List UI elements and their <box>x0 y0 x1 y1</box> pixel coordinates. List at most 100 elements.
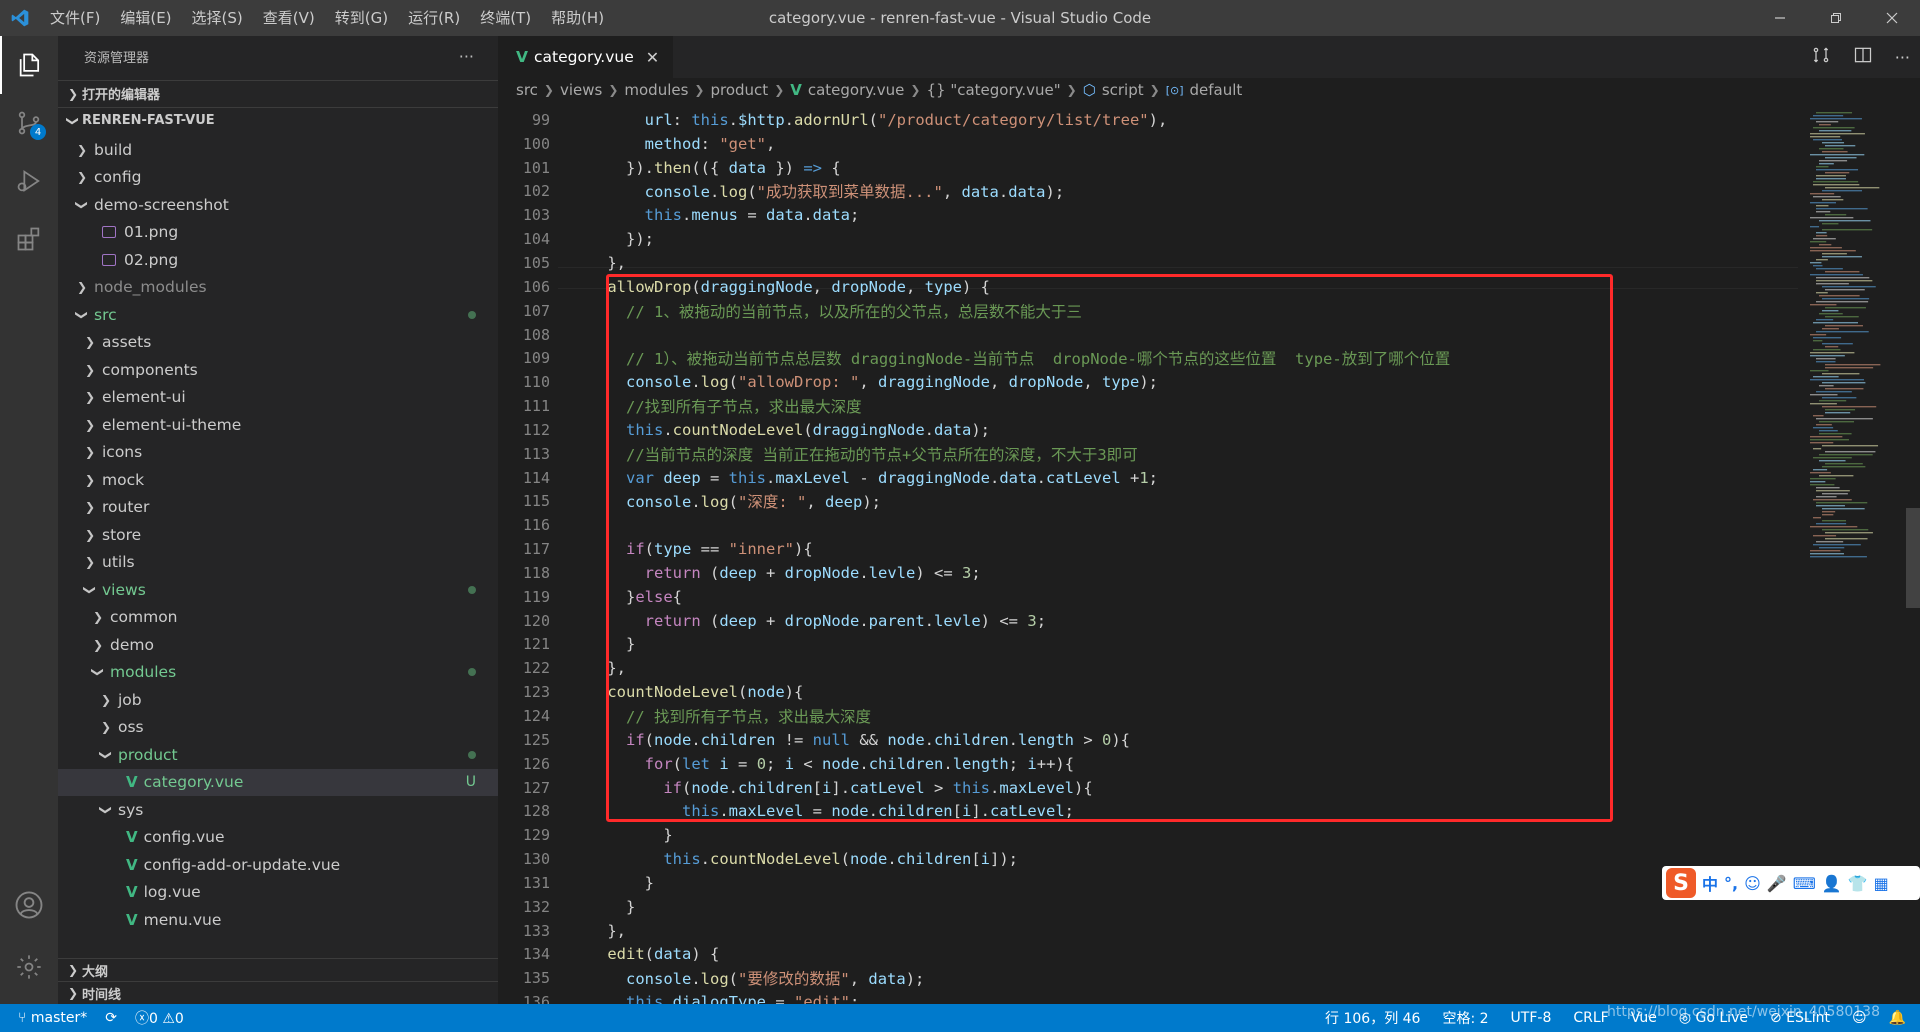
cursor-position[interactable]: 行 106，列 46 <box>1325 1008 1420 1028</box>
open-editors-section[interactable]: ❯ 打开的编辑器 <box>58 80 498 106</box>
breadcrumb-item[interactable]: default <box>1190 81 1243 99</box>
tree-file[interactable]: Vmenu.vue <box>58 906 498 934</box>
tree-folder[interactable]: ❯ modules <box>58 659 498 687</box>
run-debug-icon[interactable] <box>0 152 58 210</box>
indentation[interactable]: 空格: 2 <box>1442 1008 1488 1028</box>
close-icon[interactable] <box>1864 0 1920 36</box>
code-text: }, <box>570 921 626 940</box>
tab-category-vue[interactable]: V category.vue ✕ <box>498 36 674 78</box>
tree-folder[interactable]: ❯ mock <box>58 466 498 494</box>
line-number: 124 <box>522 707 550 726</box>
tree-folder[interactable]: ❯ icons <box>58 439 498 467</box>
menu-item[interactable]: 帮助(H) <box>541 0 614 36</box>
tree-folder[interactable]: ❯ element-ui-theme <box>58 411 498 439</box>
ime-punctuation[interactable]: °, <box>1724 874 1738 893</box>
microphone-icon[interactable]: 🎤 <box>1767 874 1787 893</box>
notifications-bell-icon[interactable]: 🔔 <box>1889 1010 1906 1026</box>
tree-folder[interactable]: ❯ utils <box>58 549 498 577</box>
sidebar-section[interactable]: ❯ 大纲 <box>58 958 498 981</box>
tree-folder[interactable]: ❯ components <box>58 356 498 384</box>
end-of-line[interactable]: CRLF <box>1573 1010 1608 1026</box>
menu-item[interactable]: 编辑(E) <box>110 0 181 36</box>
minimap-line <box>1810 262 1822 264</box>
code-line: 130 this.countNodeLevel(node.children[i]… <box>498 847 1798 871</box>
emoji-icon[interactable]: ☺ <box>1744 874 1761 893</box>
encoding[interactable]: UTF-8 <box>1511 1010 1552 1026</box>
tree-folder[interactable]: ❯ assets <box>58 329 498 357</box>
menu-item[interactable]: 终端(T) <box>470 0 541 36</box>
menu-item[interactable]: 转到(G) <box>325 0 398 36</box>
tree-folder[interactable]: ❯ node_modules <box>58 274 498 302</box>
menu-item[interactable]: 文件(F) <box>40 0 110 36</box>
explorer-icon[interactable] <box>0 36 58 94</box>
tree-folder[interactable]: ❯ config <box>58 164 498 192</box>
skin-icon[interactable]: 👕 <box>1848 874 1868 893</box>
tree-folder[interactable]: ❯ job <box>58 686 498 714</box>
ime-toolbar[interactable]: S 中 °, ☺ 🎤 ⌨ 👤 👕 ▦ <box>1662 866 1920 900</box>
user-icon[interactable]: 👤 <box>1822 874 1842 893</box>
sidebar-section[interactable]: ❯ 时间线 <box>58 981 498 1004</box>
tree-folder[interactable]: ❯ product <box>58 741 498 769</box>
tree-file[interactable]: Vcategory.vue U <box>58 768 498 796</box>
split-editor-icon[interactable] <box>1853 45 1873 69</box>
tree-folder[interactable]: ❯ element-ui <box>58 384 498 412</box>
keyboard-icon[interactable]: ⌨ <box>1793 874 1816 893</box>
minimap-line <box>1810 304 1837 306</box>
minimap-line <box>1825 307 1866 309</box>
chevron-right-icon: ❯ <box>84 445 96 460</box>
minimap-line <box>1825 388 1864 390</box>
tree-folder[interactable]: ❯ demo-screenshot <box>58 191 498 219</box>
minimap-line <box>1810 193 1835 195</box>
extensions-icon[interactable] <box>0 210 58 268</box>
git-branch[interactable]: ⑂ master* <box>18 1010 87 1026</box>
tree-file[interactable]: Vconfig.vue <box>58 824 498 852</box>
sync-icon[interactable]: ⟳ <box>105 1010 117 1026</box>
tree-folder[interactable]: ❯ build <box>58 136 498 164</box>
minimap-line <box>1819 400 1847 402</box>
minimap-line <box>1822 520 1846 522</box>
problems-indicator[interactable]: ⓧ0 ⚠0 <box>135 1008 184 1028</box>
menu-item[interactable]: 选择(S) <box>182 0 253 36</box>
open-changes-icon[interactable] <box>1811 45 1831 69</box>
breadcrumb-item[interactable]: modules <box>624 81 688 99</box>
breadcrumb-item[interactable]: product <box>710 81 768 99</box>
settings-gear-icon[interactable] <box>0 938 58 996</box>
tree-item-label: demo <box>110 635 154 654</box>
tree-folder[interactable]: ❯ router <box>58 494 498 522</box>
tab-close-icon[interactable]: ✕ <box>646 48 659 67</box>
tree-folder[interactable]: ❯ store <box>58 521 498 549</box>
menu-item[interactable]: 查看(V) <box>253 0 325 36</box>
toolbox-icon[interactable]: ▦ <box>1874 874 1889 893</box>
tree-folder[interactable]: ❯ oss <box>58 714 498 742</box>
tree-folder[interactable]: ❯ sys <box>58 796 498 824</box>
menu-item[interactable]: 运行(R) <box>398 0 470 36</box>
tree-file[interactable]: 01.png <box>58 219 498 247</box>
minimap-line <box>1810 274 1863 276</box>
breadcrumb-item[interactable]: {} "category.vue" <box>926 81 1060 99</box>
tree-folder[interactable]: ❯ views <box>58 576 498 604</box>
source-control-icon[interactable]: 4 <box>0 94 58 152</box>
more-actions-icon[interactable]: ··· <box>1895 48 1910 67</box>
minimap-line <box>1819 160 1848 162</box>
tree-file[interactable]: 02.png <box>58 246 498 274</box>
vue-file-icon: V <box>790 81 802 99</box>
project-section[interactable]: ❯ RENREN-FAST-VUE <box>58 107 498 133</box>
breadcrumb-item[interactable]: src <box>516 81 538 99</box>
breadcrumb-item[interactable]: category.vue <box>808 81 905 99</box>
tree-file[interactable]: Vconfig-add-or-update.vue <box>58 851 498 879</box>
tree-file[interactable]: Vlog.vue <box>58 879 498 907</box>
restore-icon[interactable] <box>1808 0 1864 36</box>
tree-item-label: icons <box>102 443 143 462</box>
tree-folder[interactable]: ❯ src <box>58 301 498 329</box>
tree-folder[interactable]: ❯ demo <box>58 631 498 659</box>
minimize-icon[interactable] <box>1752 0 1808 36</box>
more-actions-icon[interactable]: ··· <box>459 47 474 66</box>
minimap-line <box>1813 238 1836 240</box>
tree-folder[interactable]: ❯ common <box>58 604 498 632</box>
breadcrumb-item[interactable]: views <box>560 81 602 99</box>
ime-language[interactable]: 中 <box>1702 871 1718 895</box>
code-editor[interactable]: 99 url: this.$http.adornUrl("/product/ca… <box>498 108 1798 1004</box>
breadcrumb-item[interactable]: script <box>1102 81 1144 99</box>
scrollbar-thumb[interactable] <box>1906 508 1920 608</box>
account-icon[interactable] <box>0 876 58 934</box>
